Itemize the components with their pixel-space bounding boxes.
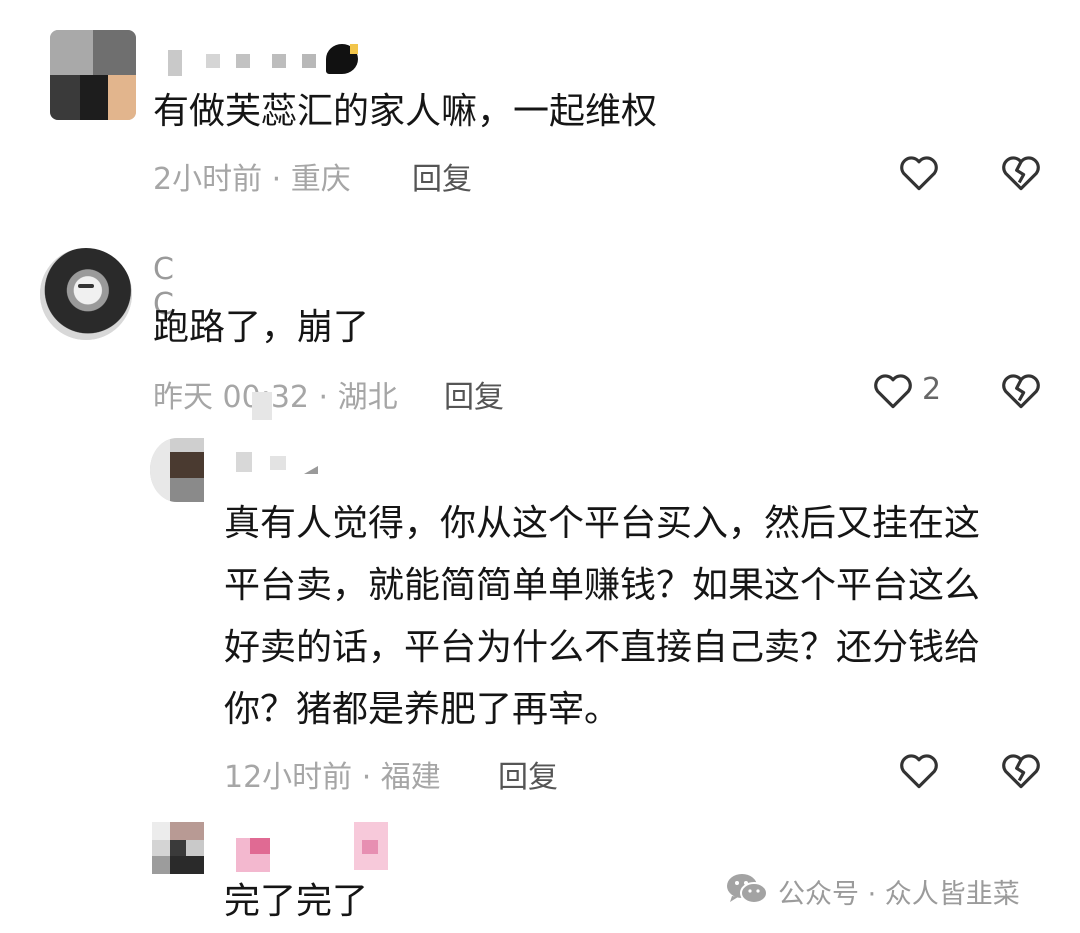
avatar[interactable]	[152, 822, 204, 874]
reply-button[interactable]: 回复	[498, 752, 558, 796]
broken-heart-icon[interactable]	[1000, 750, 1042, 790]
comment-text: 完了完了	[224, 881, 369, 922]
watermark: 公众号 · 众人皆韭菜	[778, 879, 1020, 910]
comment-text-line: 平台卖，就能简简单单赚钱？如果这个平台这么	[224, 565, 981, 606]
comment-text: 有做芙蕊汇的家人嘛，一起维权	[153, 91, 658, 132]
avatar[interactable]	[40, 248, 132, 340]
username-blurred[interactable]	[236, 452, 326, 478]
avatar[interactable]	[50, 30, 136, 120]
comment-meta: 2小时前 · 重庆	[153, 162, 351, 197]
reply-button[interactable]: 回复	[444, 372, 504, 416]
heart-icon[interactable]	[872, 370, 914, 410]
like-count: 2	[922, 372, 942, 407]
comment-meta: 12小时前 · 福建	[224, 760, 441, 795]
reply-button[interactable]: 回复	[412, 154, 472, 198]
comment-text: 跑路了，崩了	[153, 307, 370, 348]
username-blurred[interactable]	[168, 44, 358, 76]
comment-text-line: 你？猪都是养肥了再宰。	[224, 689, 621, 730]
comment-meta: 昨天 00:32 · 湖北	[153, 380, 398, 415]
username-blurred[interactable]	[236, 822, 396, 874]
heart-icon[interactable]	[898, 750, 940, 790]
comment-text-line: 好卖的话，平台为什么不直接自己卖？还分钱给	[224, 627, 981, 668]
broken-heart-icon[interactable]	[1000, 370, 1042, 410]
comment-text-line: 真有人觉得，你从这个平台买入，然后又挂在这	[224, 503, 981, 544]
wechat-icon	[727, 874, 768, 904]
avatar[interactable]	[150, 438, 204, 502]
broken-heart-icon[interactable]	[1000, 152, 1042, 192]
heart-icon[interactable]	[898, 152, 940, 192]
